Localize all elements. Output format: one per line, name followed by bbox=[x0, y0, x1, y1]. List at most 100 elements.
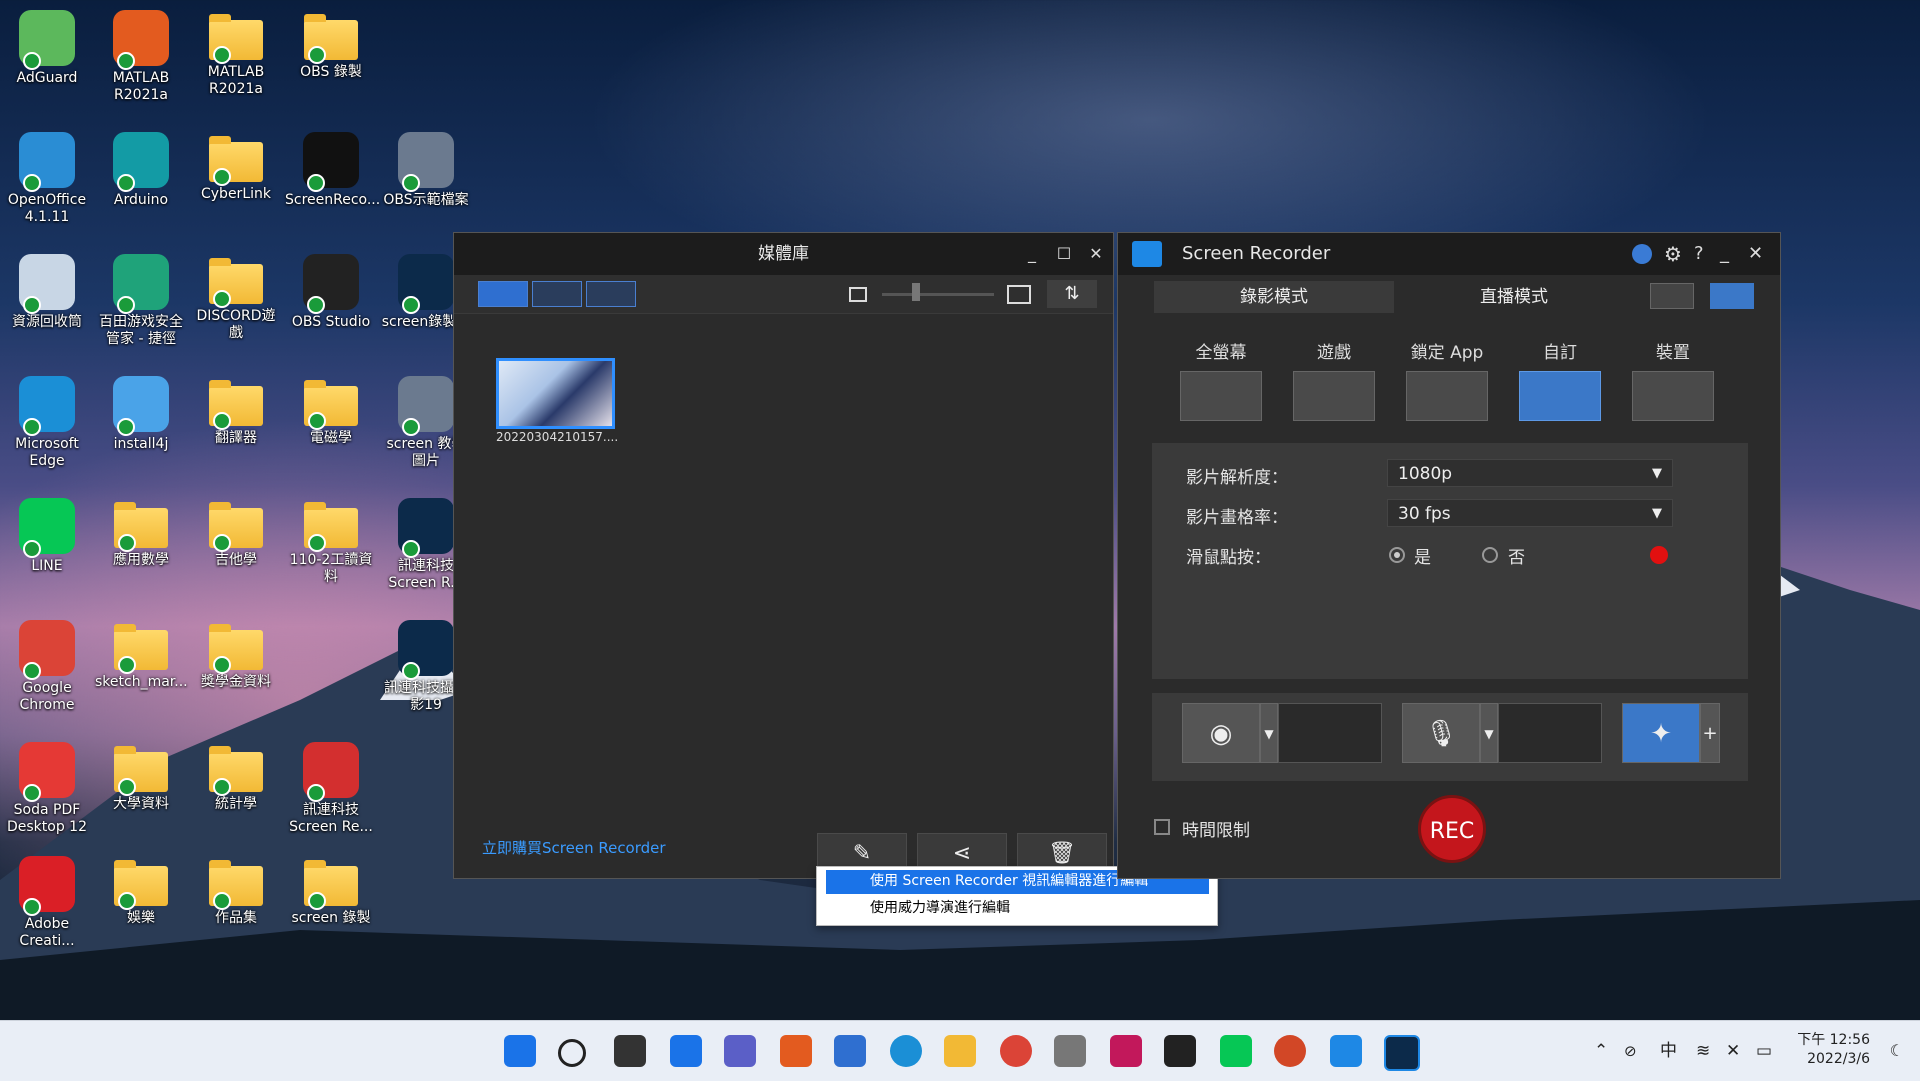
network-alert-icon[interactable]: ⊘ bbox=[1624, 1021, 1637, 1081]
desktop-icon[interactable]: sketch_mar... bbox=[95, 614, 188, 724]
snipping-tool-icon[interactable] bbox=[1110, 1035, 1142, 1067]
zoom-slider[interactable] bbox=[882, 293, 994, 296]
sort-icon[interactable]: ⇅ bbox=[1047, 280, 1097, 308]
teams-icon[interactable] bbox=[724, 1035, 756, 1067]
desktop-icon[interactable]: Adobe Creati... bbox=[1, 850, 93, 960]
full-view-icon[interactable] bbox=[1710, 283, 1754, 309]
desktop-icon[interactable]: AdGuard bbox=[1, 4, 93, 114]
wifi-icon[interactable]: ≋ bbox=[1696, 1021, 1710, 1081]
desktop-icon[interactable]: Soda PDF Desktop 12 bbox=[1, 736, 93, 846]
custom-button[interactable] bbox=[1519, 371, 1601, 421]
desktop-icon[interactable]: MATLAB R2021a bbox=[95, 4, 187, 114]
desktop-icon[interactable]: 娛樂 bbox=[95, 850, 187, 960]
buy-link[interactable]: 立即購買Screen Recorder bbox=[482, 837, 666, 858]
desktop-icon[interactable]: OpenOffice 4.1.11 bbox=[1, 126, 93, 236]
ime-indicator[interactable]: 中 bbox=[1660, 1021, 1677, 1081]
webcam-button[interactable]: ◉ bbox=[1182, 703, 1260, 763]
volume-muted-icon[interactable]: ✕ bbox=[1726, 1021, 1740, 1081]
desktop-icon[interactable]: 大學資料 bbox=[95, 736, 187, 846]
compact-view-icon[interactable] bbox=[1650, 283, 1694, 309]
time-limit-checkbox[interactable] bbox=[1154, 819, 1170, 835]
store-icon[interactable] bbox=[834, 1035, 866, 1067]
effects-button[interactable]: ✦ bbox=[1622, 703, 1700, 763]
image-tab[interactable] bbox=[586, 281, 636, 307]
desktop-icon[interactable]: DISCORD遊戲 bbox=[190, 248, 282, 358]
file-explorer-icon[interactable] bbox=[944, 1035, 976, 1067]
close-button[interactable]: ✕ bbox=[1087, 233, 1105, 275]
task-view-icon[interactable] bbox=[614, 1035, 646, 1067]
fullscreen-button[interactable] bbox=[1180, 371, 1262, 421]
add-button[interactable]: + bbox=[1700, 703, 1720, 763]
notification-icon[interactable] bbox=[1632, 244, 1652, 264]
desktop-icon[interactable]: 統計學 bbox=[190, 736, 282, 846]
screen-recorder-taskbar-icon[interactable] bbox=[1330, 1035, 1362, 1067]
chevron-up-icon[interactable]: ⌃ bbox=[1594, 1021, 1608, 1081]
chrome-icon[interactable] bbox=[1000, 1035, 1032, 1067]
desktop-icon[interactable]: MATLAB R2021a bbox=[190, 4, 282, 114]
desktop-icon[interactable]: 獎學金資料 bbox=[190, 614, 282, 724]
clock[interactable]: 下午 12:56 2022/3/6 bbox=[1797, 1031, 1870, 1069]
desktop-icon[interactable]: CyberLink bbox=[190, 126, 282, 236]
close-button[interactable]: ✕ bbox=[1748, 233, 1763, 275]
lock-app-button[interactable] bbox=[1406, 371, 1488, 421]
help-icon[interactable]: ? bbox=[1694, 233, 1704, 275]
desktop-icon[interactable]: install4j bbox=[95, 370, 187, 480]
mouse-no-radio[interactable] bbox=[1482, 547, 1498, 563]
desktop-icon[interactable]: OBS示範檔案 bbox=[380, 126, 472, 236]
webcam-dropdown[interactable]: ▼ bbox=[1260, 703, 1278, 763]
microphone-button[interactable]: 🎙 bbox=[1402, 703, 1480, 763]
desktop-icon[interactable]: OBS 錄製 bbox=[285, 4, 377, 114]
framerate-select[interactable]: 30 fps ▼ bbox=[1387, 499, 1673, 527]
moon-icon[interactable]: ☾ bbox=[1890, 1021, 1904, 1081]
maximize-button[interactable]: ☐ bbox=[1055, 233, 1073, 275]
minimize-button[interactable]: _ bbox=[1720, 233, 1729, 275]
calculator-icon[interactable] bbox=[1054, 1035, 1086, 1067]
mic-dropdown[interactable]: ▼ bbox=[1480, 703, 1498, 763]
desktop-icon[interactable]: 110-2工讀資料 bbox=[285, 492, 377, 602]
desktop-icon[interactable]: Microsoft Edge bbox=[1, 370, 93, 480]
desktop-icon[interactable]: 電磁學 bbox=[285, 370, 377, 480]
click-color-swatch[interactable] bbox=[1650, 546, 1668, 564]
mouse-yes-radio[interactable] bbox=[1389, 547, 1405, 563]
desktop-icon[interactable]: 資源回收筒 bbox=[1, 248, 93, 358]
desktop-icon[interactable]: OBS Studio bbox=[285, 248, 377, 358]
large-thumb-icon[interactable] bbox=[1007, 285, 1031, 304]
all-media-tab[interactable] bbox=[478, 281, 528, 307]
device-button[interactable] bbox=[1632, 371, 1714, 421]
folder-icon bbox=[209, 860, 263, 910]
desktop-icon[interactable]: 訊連科技 Screen Re... bbox=[285, 736, 377, 846]
video-tab[interactable] bbox=[532, 281, 582, 307]
desktop-icon[interactable]: 百田游戏安全管家 - 捷徑 bbox=[95, 248, 187, 358]
widgets-icon[interactable] bbox=[670, 1035, 702, 1067]
desktop-icon[interactable]: 吉他學 bbox=[190, 492, 282, 602]
desktop-icon[interactable]: Arduino bbox=[95, 126, 187, 236]
game-button[interactable] bbox=[1293, 371, 1375, 421]
rec-button[interactable]: REC bbox=[1418, 795, 1486, 863]
sync-check-icon bbox=[23, 540, 41, 558]
desktop-icon[interactable]: Google Chrome bbox=[1, 614, 93, 724]
menu-item-edit-powerdirector[interactable]: 使用威力導演進行編輯 bbox=[826, 897, 1209, 921]
tab-record-mode[interactable]: 錄影模式 bbox=[1154, 281, 1394, 313]
battery-icon[interactable]: ▭ bbox=[1756, 1021, 1772, 1081]
desktop-icon[interactable]: LINE bbox=[1, 492, 93, 602]
minimize-button[interactable]: _ bbox=[1023, 233, 1041, 275]
start-icon[interactable] bbox=[504, 1035, 536, 1067]
edge-icon[interactable] bbox=[890, 1035, 922, 1067]
terminal-icon[interactable] bbox=[1164, 1035, 1196, 1067]
desktop-icon[interactable]: ScreenReco... bbox=[285, 126, 380, 236]
desktop-icon[interactable]: 作品集 bbox=[190, 850, 282, 960]
desktop-icon[interactable]: 翻譯器 bbox=[190, 370, 282, 480]
desktop-icon[interactable]: 應用數學 bbox=[95, 492, 187, 602]
gear-icon[interactable]: ⚙ bbox=[1664, 233, 1682, 275]
small-thumb-icon[interactable] bbox=[849, 287, 867, 302]
media-thumbnail[interactable] bbox=[496, 358, 615, 429]
matlab-icon[interactable] bbox=[780, 1035, 812, 1067]
zoom-slider-handle[interactable] bbox=[912, 283, 920, 301]
resolution-select[interactable]: 1080p ▼ bbox=[1387, 459, 1673, 487]
active-app-icon[interactable] bbox=[1384, 1035, 1420, 1071]
desktop-icon[interactable]: screen 錄製 bbox=[285, 850, 377, 960]
search-icon[interactable] bbox=[558, 1039, 586, 1067]
powerpoint-icon[interactable] bbox=[1274, 1035, 1306, 1067]
tab-live-mode[interactable]: 直播模式 bbox=[1394, 281, 1634, 313]
line-icon[interactable] bbox=[1220, 1035, 1252, 1067]
